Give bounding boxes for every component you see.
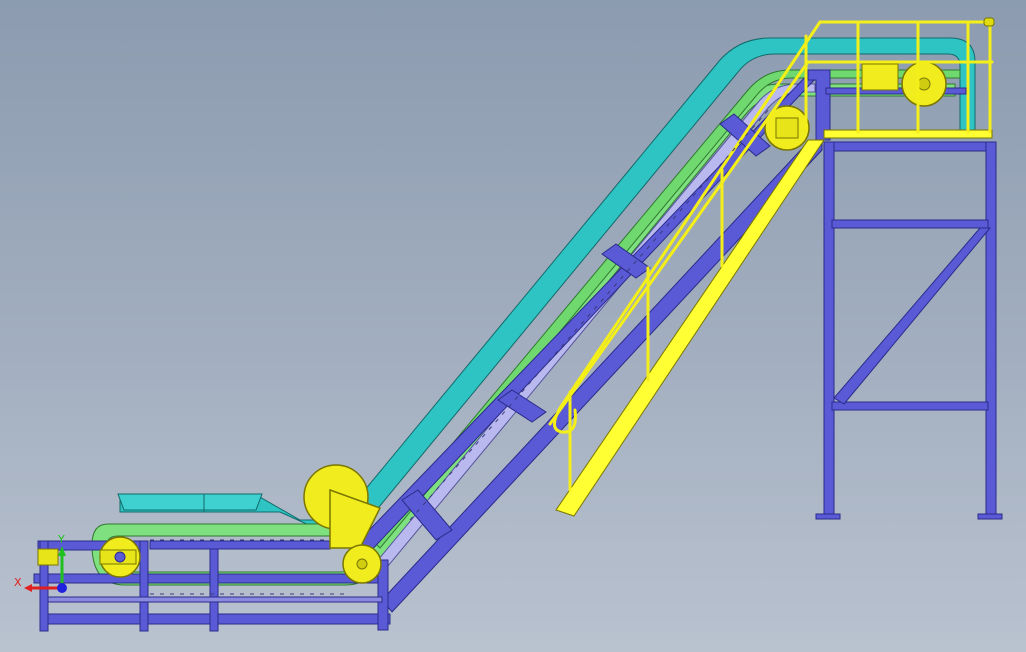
base-frame: [33, 540, 391, 632]
belt-return: [377, 83, 816, 567]
drive-motor: [861, 63, 899, 91]
support-tower: [815, 87, 1003, 520]
belt-outer: [117, 37, 976, 531]
rail-endcap: [983, 17, 995, 27]
conveyor-drawing: Y X: [14, 17, 1003, 632]
incline-frame: [351, 69, 831, 613]
y-axis-label: Y: [57, 533, 65, 546]
z-axis-dot: [57, 583, 67, 593]
x-axis-label: X: [14, 576, 22, 589]
cad-viewport[interactable]: Y X: [0, 0, 1026, 652]
